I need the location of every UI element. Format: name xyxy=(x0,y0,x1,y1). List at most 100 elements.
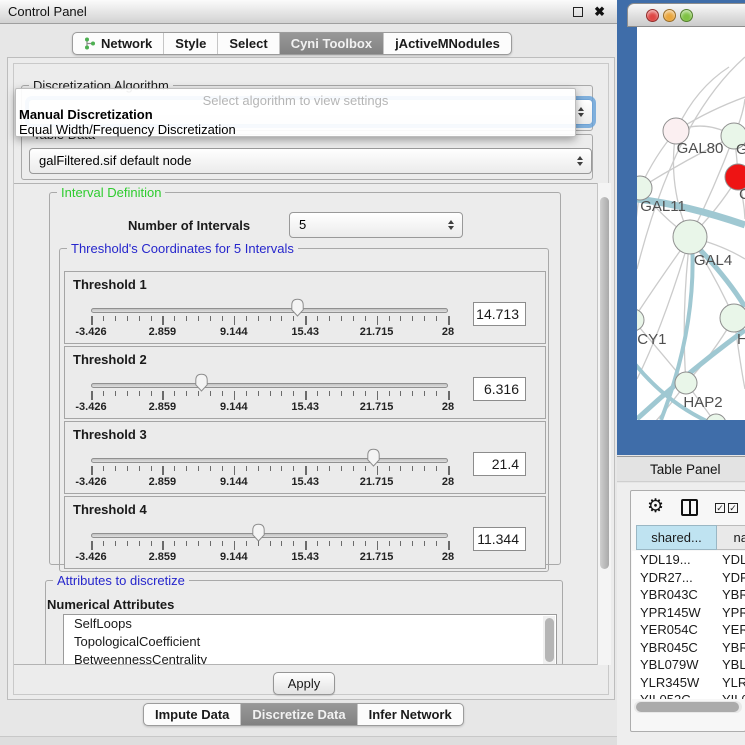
threshold-value-field[interactable]: 6.316 xyxy=(473,377,526,401)
slider-tick xyxy=(234,541,236,550)
slider-tick xyxy=(341,391,342,396)
slider-tick xyxy=(377,391,379,400)
tab-discretize-data[interactable]: Discretize Data xyxy=(241,704,357,725)
slider-tick xyxy=(389,466,390,471)
cell-shared-name: YBR043C xyxy=(640,587,698,602)
column-header-name[interactable]: na xyxy=(717,525,745,550)
table-row[interactable]: YIL052CYIL0 xyxy=(632,691,745,699)
slider-track[interactable] xyxy=(91,458,448,463)
cell-shared-name: YBL079W xyxy=(640,657,699,672)
cell-name: YBR0 xyxy=(722,587,745,602)
table-row[interactable]: YDR27... YDR2 xyxy=(632,569,745,587)
control-panel: Control Panel ✖ Network Style Select Cyn… xyxy=(0,0,617,745)
network-canvas[interactable]: GAL80GACGAL11GAL4GCY1HHAP2 xyxy=(637,27,745,420)
close-icon[interactable]: ✖ xyxy=(594,4,605,20)
gear-icon[interactable]: ⚙ xyxy=(647,495,664,518)
table-row[interactable]: YER054CYER0 xyxy=(632,621,745,639)
tab-impute-data[interactable]: Impute Data xyxy=(144,704,241,725)
slider-tick xyxy=(246,316,247,321)
slider-tick xyxy=(329,541,330,546)
network-node[interactable] xyxy=(673,220,707,254)
table-panel-title: Table Panel xyxy=(650,462,721,477)
cell-name: YDR2 xyxy=(722,570,745,585)
table-row[interactable]: YLR345WYLR3 xyxy=(632,674,745,692)
close-traffic-light-icon[interactable] xyxy=(646,9,659,22)
slider-track[interactable] xyxy=(91,308,448,313)
slider-thumb[interactable] xyxy=(365,448,382,467)
dropdown-prompt-option[interactable]: Select algorithm to view settings xyxy=(16,93,575,108)
table-row[interactable]: YPR145WYPR1 xyxy=(632,604,745,622)
slider-tick xyxy=(222,316,223,321)
slider-tick-label: 9.144 xyxy=(204,326,264,338)
table-row[interactable]: YDL19...YDL1 xyxy=(632,551,745,569)
vertical-scrollbar[interactable] xyxy=(597,183,611,665)
slider-tick xyxy=(258,466,259,471)
tab-select[interactable]: Select xyxy=(218,33,279,54)
threshold-value-field[interactable]: 11.344 xyxy=(473,527,526,551)
slider-tick xyxy=(436,466,437,471)
columns-icon[interactable] xyxy=(681,499,698,516)
combo-stepper-icon xyxy=(578,107,584,117)
zoom-traffic-light-icon[interactable] xyxy=(680,9,693,22)
table-row[interactable]: YBR043C YBR0 xyxy=(632,586,745,604)
slider-ticks xyxy=(91,541,448,551)
dropdown-option-manual-discretization[interactable]: Manual Discretization xyxy=(19,107,153,122)
slider-tick xyxy=(436,391,437,396)
slider-tick xyxy=(281,466,282,471)
slider-track[interactable] xyxy=(91,383,448,388)
slider-tick xyxy=(246,466,247,471)
slider-tick xyxy=(246,391,247,396)
table-data-combobox[interactable]: galFiltered.sif default node xyxy=(29,148,592,174)
apply-button[interactable]: Apply xyxy=(273,672,335,695)
list-scrollbar-thumb[interactable] xyxy=(545,618,554,662)
network-window-titlebar[interactable] xyxy=(627,3,745,27)
number-of-intervals-combobox[interactable]: 5 xyxy=(289,212,463,238)
table-row[interactable]: YBL079WYBL0 xyxy=(632,656,745,674)
list-scrollbar[interactable] xyxy=(543,616,555,664)
slider-thumb[interactable] xyxy=(289,298,306,317)
horizontal-scrollbar-thumb[interactable] xyxy=(636,702,739,712)
slider-tick xyxy=(103,541,104,546)
slider-thumb[interactable] xyxy=(193,373,210,392)
checkbox-icon[interactable]: ✓ xyxy=(728,503,738,513)
table-row[interactable]: YBR045CYBR0 xyxy=(632,639,745,657)
cell-name: YBR0 xyxy=(722,640,745,655)
slider-tick xyxy=(91,316,93,325)
tab-style[interactable]: Style xyxy=(164,33,218,54)
slider-tick xyxy=(115,316,116,321)
column-header-shared-name[interactable]: shared... xyxy=(636,525,717,550)
tab-cyni-toolbox[interactable]: Cyni Toolbox xyxy=(280,33,384,54)
attribute-list-item[interactable]: BetweennessCentrality xyxy=(64,651,556,665)
vertical-scrollbar-thumb[interactable] xyxy=(600,197,609,569)
network-node[interactable] xyxy=(675,372,697,394)
network-node[interactable] xyxy=(637,309,644,331)
cell-shared-name: YER054C xyxy=(640,622,698,637)
slider-tick xyxy=(377,316,379,325)
dropdown-option-equal-width-frequency[interactable]: Equal Width/Frequency Discretization xyxy=(19,122,236,137)
attribute-list-item[interactable]: SelfLoops xyxy=(64,615,556,633)
horizontal-scrollbar[interactable] xyxy=(634,701,742,713)
network-node[interactable] xyxy=(720,304,745,332)
slider-track[interactable] xyxy=(91,533,448,538)
slider-thumb[interactable] xyxy=(250,523,267,542)
slider-tick-label: 28 xyxy=(418,476,478,488)
tab-jactivemnodules[interactable]: jActiveMNodules xyxy=(384,33,511,54)
threshold-value-field[interactable]: 21.4 xyxy=(473,452,526,476)
attribute-list-item[interactable]: TopologicalCoefficient xyxy=(64,633,556,651)
float-window-icon[interactable] xyxy=(573,7,583,17)
network-node[interactable] xyxy=(637,176,652,200)
tab-infer-network[interactable]: Infer Network xyxy=(358,704,463,725)
slider-tick xyxy=(234,391,236,400)
slider-tick xyxy=(91,541,93,550)
slider-tick xyxy=(103,316,104,321)
numerical-attributes-list[interactable]: SelfLoopsTopologicalCoefficientBetweenne… xyxy=(63,614,557,665)
slider-tick xyxy=(353,541,354,546)
threshold-value-field[interactable]: 14.713 xyxy=(473,302,526,326)
cell-shared-name: YDR27... xyxy=(640,570,693,585)
minimize-traffic-light-icon[interactable] xyxy=(663,9,676,22)
cell-shared-name: YLR345W xyxy=(640,675,699,690)
tab-network[interactable]: Network xyxy=(73,33,164,54)
tab-label: Cyni Toolbox xyxy=(291,33,372,54)
slider-tick xyxy=(222,466,223,471)
checkbox-icon[interactable]: ✓ xyxy=(715,503,725,513)
